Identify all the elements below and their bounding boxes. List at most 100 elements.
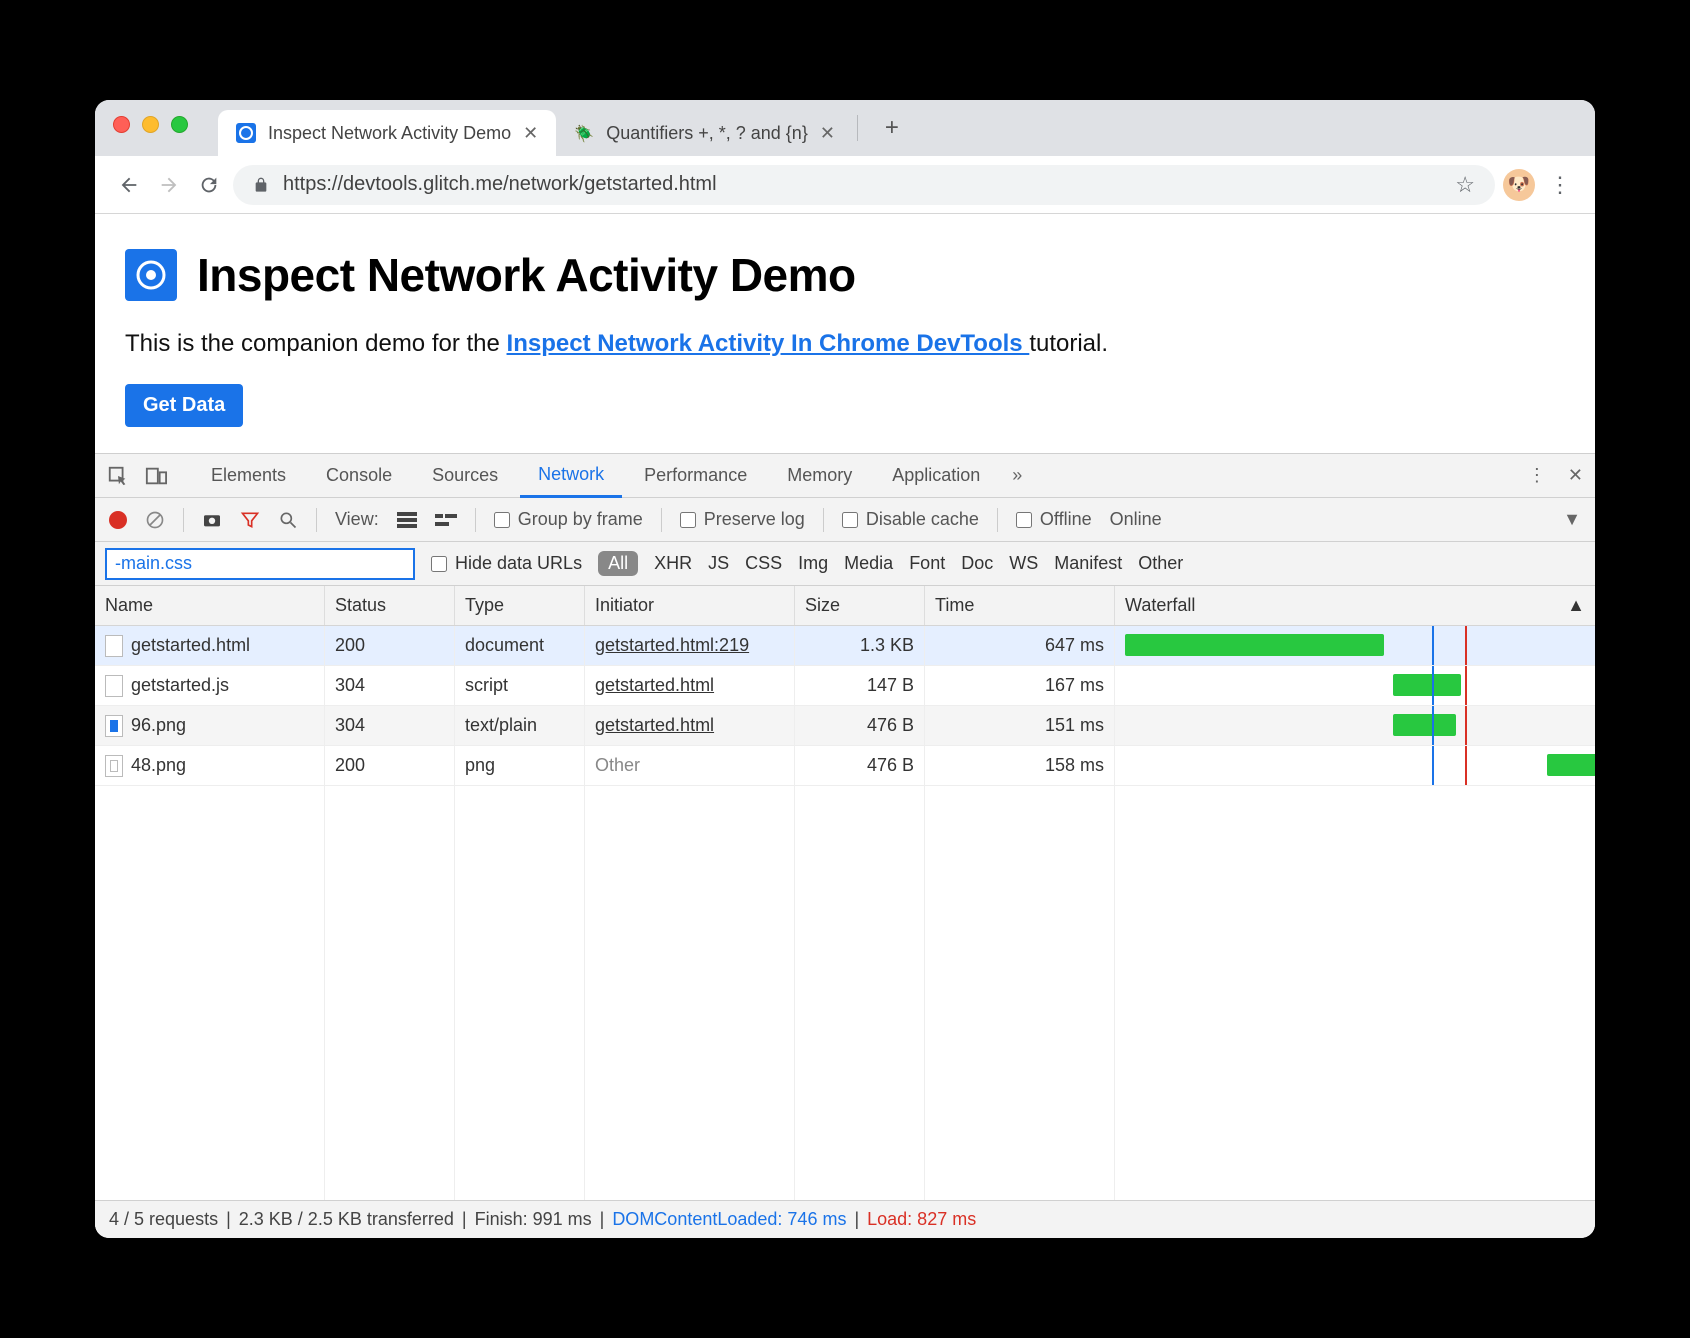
- network-toolbar: View: Group by frame Preserve log Disabl…: [95, 498, 1595, 542]
- record-button[interactable]: [109, 511, 127, 529]
- cell-size: 147 B: [795, 666, 925, 705]
- cell-initiator: Other: [595, 755, 640, 776]
- table-row[interactable]: 48.png200pngOther476 B158 ms: [95, 746, 1595, 786]
- divider: [475, 508, 476, 532]
- cell-initiator[interactable]: getstarted.html: [595, 675, 714, 696]
- intro-suffix: tutorial.: [1029, 330, 1108, 357]
- network-table: Name Status Type Initiator Size Time Wat…: [95, 586, 1595, 1200]
- forward-button[interactable]: [153, 169, 185, 201]
- tab-network[interactable]: Network: [520, 454, 622, 498]
- filter-type-media[interactable]: Media: [844, 553, 893, 574]
- file-name: getstarted.js: [131, 675, 229, 696]
- hide-data-urls-checkbox[interactable]: Hide data URLs: [431, 553, 582, 574]
- filter-type-font[interactable]: Font: [909, 553, 945, 574]
- divider: [823, 508, 824, 532]
- cell-status: 200: [325, 746, 455, 785]
- page-logo-icon: [125, 249, 177, 301]
- bookmark-star-icon[interactable]: ☆: [1455, 172, 1475, 198]
- close-window-button[interactable]: [113, 116, 130, 133]
- tab-active[interactable]: Inspect Network Activity Demo ✕: [218, 110, 556, 156]
- minimize-window-button[interactable]: [142, 116, 159, 133]
- address-bar[interactable]: https://devtools.glitch.me/network/getst…: [233, 165, 1495, 205]
- cell-initiator[interactable]: getstarted.html: [595, 715, 714, 736]
- preserve-log-checkbox[interactable]: Preserve log: [680, 509, 805, 530]
- filter-type-all[interactable]: All: [598, 551, 638, 576]
- col-status[interactable]: Status: [325, 586, 455, 625]
- filter-type-other[interactable]: Other: [1138, 553, 1183, 574]
- tutorial-link[interactable]: Inspect Network Activity In Chrome DevTo…: [507, 330, 1030, 357]
- large-rows-icon[interactable]: [397, 512, 417, 528]
- clear-icon[interactable]: [145, 510, 165, 530]
- filter-type-img[interactable]: Img: [798, 553, 828, 574]
- back-button[interactable]: [113, 169, 145, 201]
- close-tab-icon[interactable]: ✕: [820, 123, 835, 144]
- filter-type-xhr[interactable]: XHR: [654, 553, 692, 574]
- online-label[interactable]: Online: [1110, 509, 1162, 530]
- reload-button[interactable]: [193, 169, 225, 201]
- table-empty-area: [95, 786, 1595, 1200]
- cell-size: 1.3 KB: [795, 626, 925, 665]
- filter-type-manifest[interactable]: Manifest: [1054, 553, 1122, 574]
- divider: [997, 508, 998, 532]
- cell-type: png: [455, 746, 585, 785]
- profile-avatar[interactable]: 🐶: [1503, 169, 1535, 201]
- cell-status: 304: [325, 706, 455, 745]
- filter-input[interactable]: [105, 548, 415, 580]
- throttle-dropdown-icon[interactable]: ▼: [1563, 509, 1581, 530]
- cell-initiator[interactable]: getstarted.html:219: [595, 635, 749, 656]
- inspect-element-icon[interactable]: [107, 465, 129, 487]
- tab-elements[interactable]: Elements: [193, 455, 304, 496]
- browser-menu-button[interactable]: ⋮: [1543, 172, 1577, 198]
- overview-icon[interactable]: [435, 512, 457, 528]
- bug-favicon-icon: 🪲: [574, 123, 594, 143]
- table-row[interactable]: getstarted.html200documentgetstarted.htm…: [95, 626, 1595, 666]
- filter-type-ws[interactable]: WS: [1009, 553, 1038, 574]
- offline-checkbox[interactable]: Offline: [1016, 509, 1092, 530]
- filter-type-css[interactable]: CSS: [745, 553, 782, 574]
- tab-application[interactable]: Application: [874, 455, 998, 496]
- more-tabs-icon[interactable]: »: [1012, 465, 1022, 486]
- tab-sources[interactable]: Sources: [414, 455, 516, 496]
- file-name: 48.png: [131, 755, 186, 776]
- screenshot-icon[interactable]: [202, 512, 222, 528]
- filter-icon[interactable]: [240, 510, 260, 530]
- cell-status: 200: [325, 626, 455, 665]
- col-name[interactable]: Name: [95, 586, 325, 625]
- url-text: https://devtools.glitch.me/network/getst…: [283, 173, 1441, 196]
- search-icon[interactable]: [278, 510, 298, 530]
- col-initiator[interactable]: Initiator: [585, 586, 795, 625]
- titlebar: Inspect Network Activity Demo ✕ 🪲 Quanti…: [95, 100, 1595, 156]
- devtools-close-icon[interactable]: ✕: [1568, 465, 1583, 486]
- close-tab-icon[interactable]: ✕: [523, 123, 538, 144]
- page-content: Inspect Network Activity Demo This is th…: [95, 214, 1595, 453]
- group-by-frame-checkbox[interactable]: Group by frame: [494, 509, 643, 530]
- tab-title: Inspect Network Activity Demo: [268, 123, 511, 144]
- disable-cache-checkbox[interactable]: Disable cache: [842, 509, 979, 530]
- file-icon: [105, 675, 123, 697]
- table-row[interactable]: getstarted.js304scriptgetstarted.html147…: [95, 666, 1595, 706]
- browser-toolbar: https://devtools.glitch.me/network/getst…: [95, 156, 1595, 214]
- get-data-button[interactable]: Get Data: [125, 384, 243, 427]
- tab-inactive[interactable]: 🪲 Quantifiers +, *, ? and {n} ✕: [556, 110, 853, 156]
- col-time[interactable]: Time: [925, 586, 1115, 625]
- col-size[interactable]: Size: [795, 586, 925, 625]
- tab-performance[interactable]: Performance: [626, 455, 765, 496]
- table-row[interactable]: 96.png304text/plaingetstarted.html476 B1…: [95, 706, 1595, 746]
- filter-type-js[interactable]: JS: [708, 553, 729, 574]
- new-tab-button[interactable]: +: [872, 108, 912, 148]
- col-waterfall[interactable]: Waterfall▲: [1115, 586, 1595, 625]
- tab-memory[interactable]: Memory: [769, 455, 870, 496]
- cell-type: document: [455, 626, 585, 665]
- tab-console[interactable]: Console: [308, 455, 410, 496]
- filter-type-doc[interactable]: Doc: [961, 553, 993, 574]
- page-intro: This is the companion demo for the Inspe…: [125, 330, 1565, 358]
- col-type[interactable]: Type: [455, 586, 585, 625]
- view-label: View:: [335, 509, 379, 530]
- maximize-window-button[interactable]: [171, 116, 188, 133]
- device-toolbar-icon[interactable]: [145, 465, 167, 487]
- cell-time: 647 ms: [925, 626, 1115, 665]
- cell-status: 304: [325, 666, 455, 705]
- cell-time: 151 ms: [925, 706, 1115, 745]
- devtools-panel: Elements Console Sources Network Perform…: [95, 453, 1595, 1238]
- devtools-menu-icon[interactable]: ⋮: [1528, 465, 1546, 486]
